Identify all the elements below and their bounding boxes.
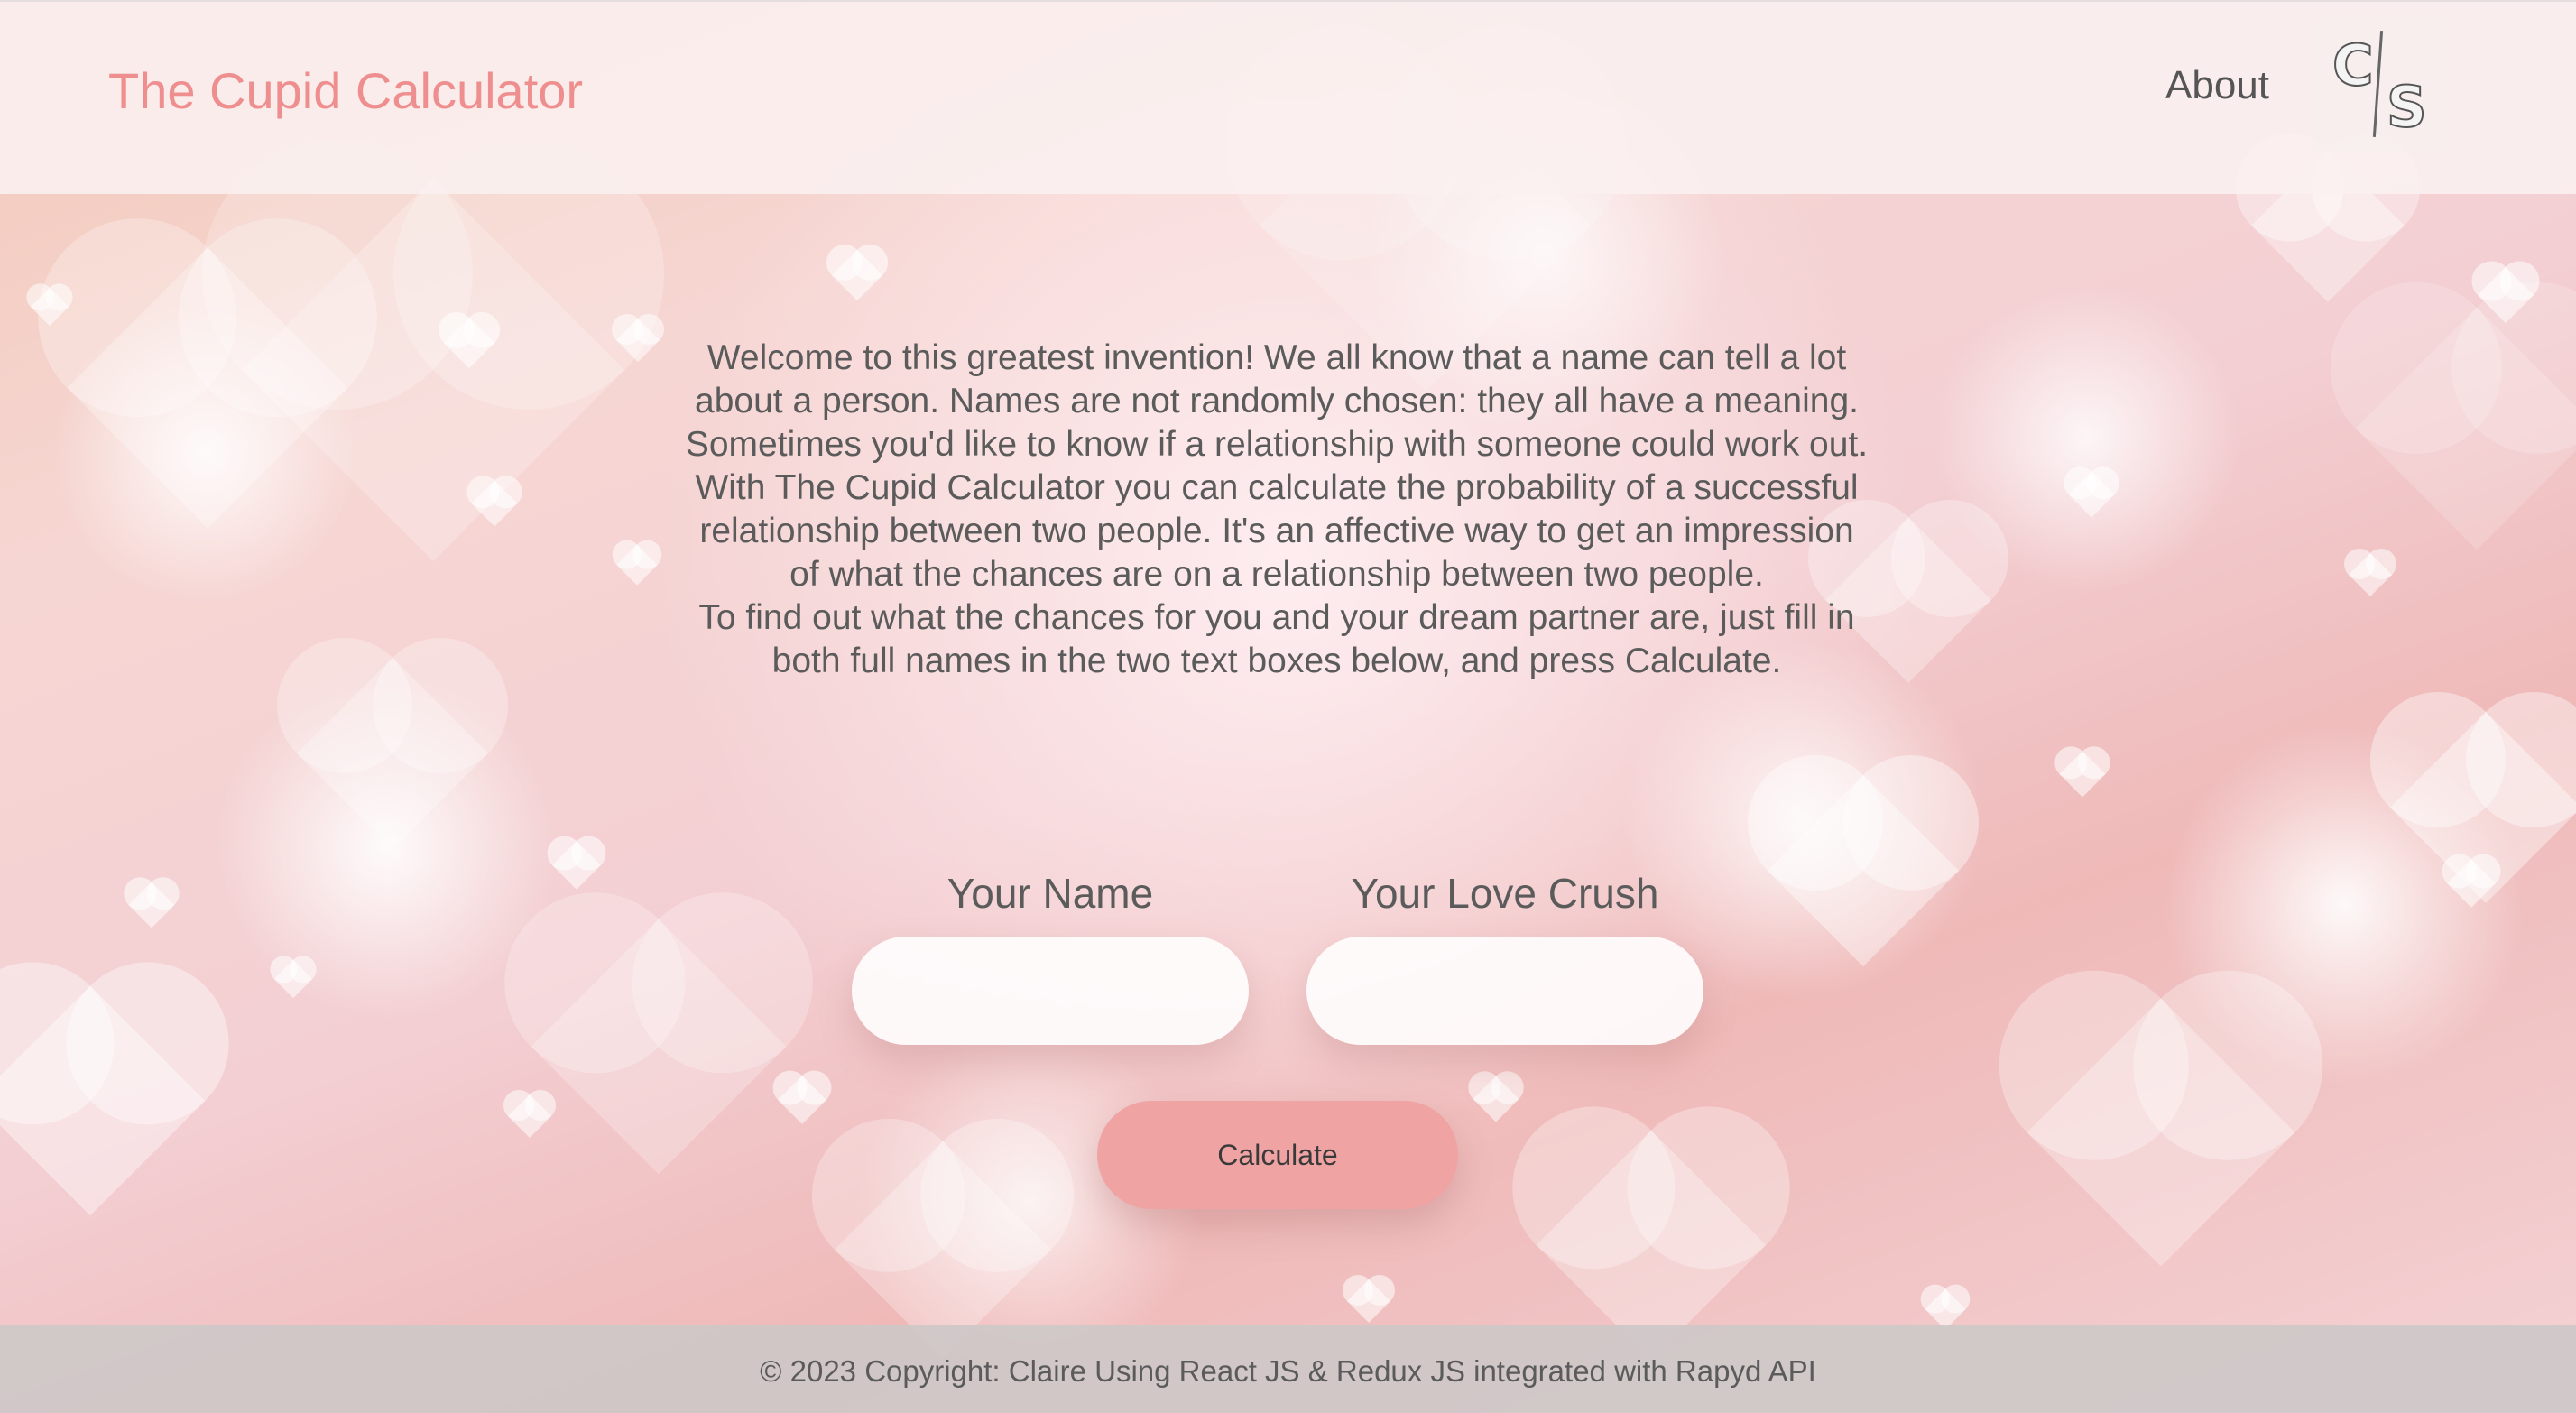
your-name-input[interactable]: [852, 937, 1249, 1045]
calculate-button[interactable]: Calculate: [1097, 1101, 1458, 1209]
footer-copyright: © 2023 Copyright: Claire Using React JS …: [760, 1354, 1816, 1388]
navbar: The Cupid Calculator About C S: [0, 0, 2576, 194]
logo-letter-c: C: [2331, 32, 2374, 98]
footer: © 2023 Copyright: Claire Using React JS …: [0, 1325, 2576, 1413]
logo-letter-s: S: [2386, 74, 2428, 140]
your-name-label: Your Name: [946, 870, 1154, 917]
love-crush-input[interactable]: [1306, 937, 1703, 1045]
logo-divider: [2372, 31, 2384, 137]
intro-instructions: To find out what the chances for you and…: [698, 598, 1855, 680]
cs-logo[interactable]: C S: [2313, 18, 2446, 152]
main-content: Welcome to this greatest invention! We a…: [0, 194, 2576, 1325]
nav-about-link[interactable]: About: [2165, 63, 2269, 108]
intro-text: Welcome to this greatest invention! We a…: [681, 337, 1872, 683]
love-crush-label: Your Love Crush: [1351, 870, 1659, 917]
brand-link[interactable]: The Cupid Calculator: [108, 61, 583, 120]
intro-paragraph: Welcome to this greatest invention! We a…: [685, 338, 1869, 594]
